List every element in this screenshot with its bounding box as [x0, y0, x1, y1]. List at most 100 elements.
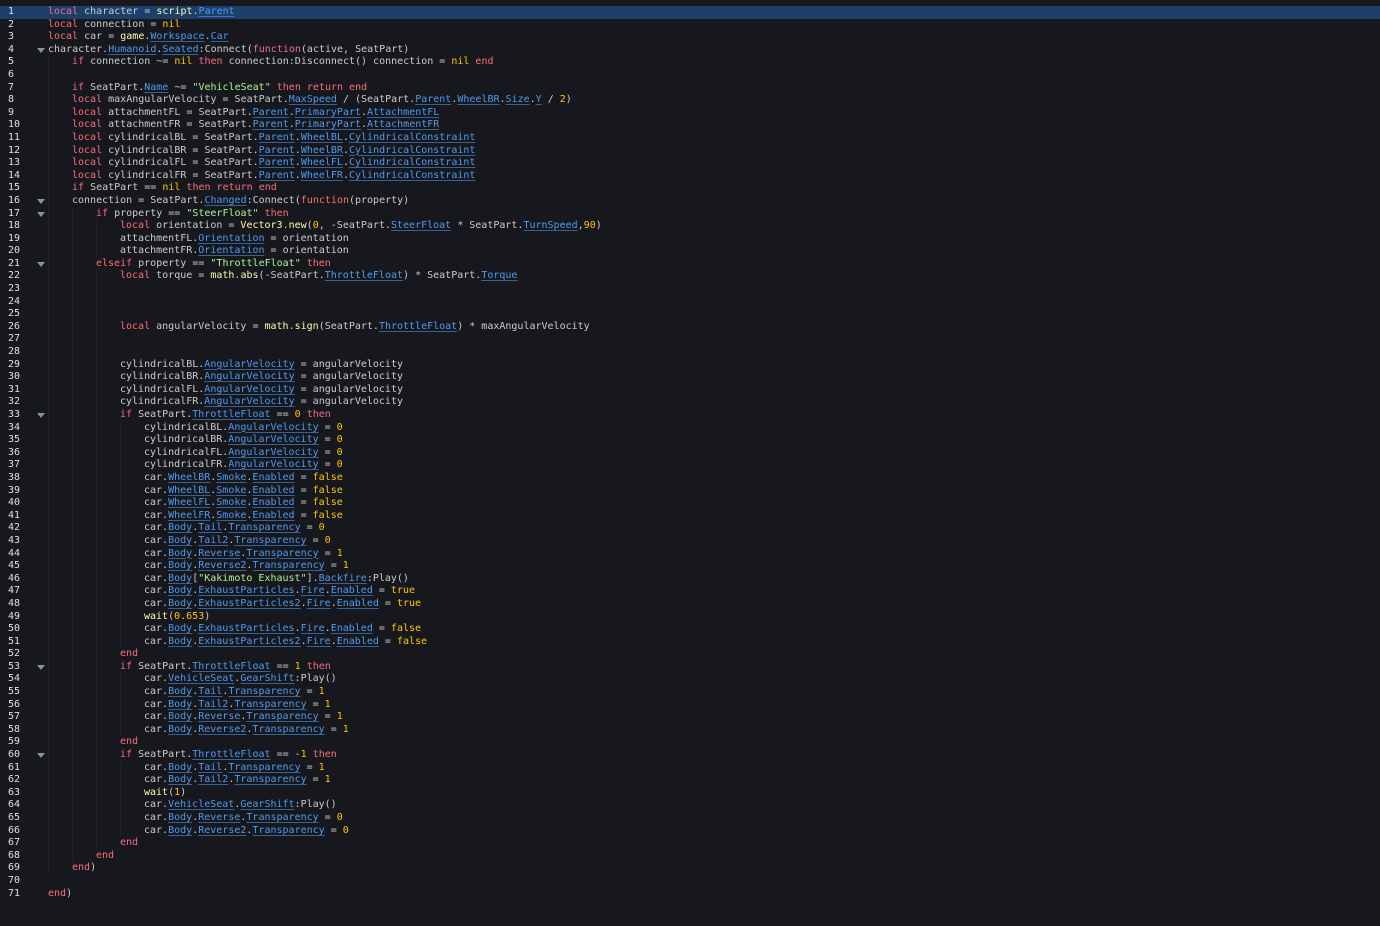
gutter-cell[interactable]: 59: [0, 736, 48, 749]
gutter-cell[interactable]: 51: [0, 636, 48, 649]
code-line[interactable]: 28: [0, 346, 1380, 359]
code-line[interactable]: 53if SeatPart.ThrottleFloat == 1 then: [0, 661, 1380, 674]
line-number[interactable]: 65: [0, 812, 34, 825]
gutter-cell[interactable]: 23: [0, 283, 48, 296]
gutter-cell[interactable]: 18: [0, 220, 48, 233]
line-number[interactable]: 62: [0, 774, 34, 787]
code-line[interactable]: 50car.Body.ExhaustParticles.Fire.Enabled…: [0, 623, 1380, 636]
code-line[interactable]: 61car.Body.Tail.Transparency = 1: [0, 762, 1380, 775]
gutter-cell[interactable]: 9: [0, 107, 48, 120]
line-number[interactable]: 70: [0, 875, 34, 888]
gutter-cell[interactable]: 29: [0, 359, 48, 372]
gutter-cell[interactable]: 45: [0, 560, 48, 573]
code-line[interactable]: 37cylindricalFR.AngularVelocity = 0: [0, 459, 1380, 472]
gutter-cell[interactable]: 49: [0, 611, 48, 624]
gutter-cell[interactable]: 6: [0, 69, 48, 82]
code-line[interactable]: 27: [0, 333, 1380, 346]
code-line[interactable]: 69end): [0, 862, 1380, 875]
code-line[interactable]: 33if SeatPart.ThrottleFloat == 0 then: [0, 409, 1380, 422]
gutter-cell[interactable]: 33: [0, 409, 48, 422]
gutter-cell[interactable]: 15: [0, 182, 48, 195]
fold-arrow-icon[interactable]: [34, 208, 48, 221]
gutter-cell[interactable]: 26: [0, 321, 48, 334]
gutter-cell[interactable]: 37: [0, 459, 48, 472]
gutter-cell[interactable]: 22: [0, 270, 48, 283]
code-line[interactable]: 35cylindricalBR.AngularVelocity = 0: [0, 434, 1380, 447]
code-line[interactable]: 70: [0, 875, 1380, 888]
gutter-cell[interactable]: 42: [0, 522, 48, 535]
gutter-cell[interactable]: 27: [0, 333, 48, 346]
gutter-cell[interactable]: 41: [0, 510, 48, 523]
code-line[interactable]: 62car.Body.Tail2.Transparency = 1: [0, 774, 1380, 787]
line-number[interactable]: 22: [0, 270, 34, 283]
line-number[interactable]: 3: [0, 31, 34, 44]
gutter-cell[interactable]: 34: [0, 422, 48, 435]
line-number[interactable]: 39: [0, 485, 34, 498]
code-line[interactable]: 64car.VehicleSeat.GearShift:Play(): [0, 799, 1380, 812]
code-line[interactable]: 48car.Body.ExhaustParticles2.Fire.Enable…: [0, 598, 1380, 611]
gutter-cell[interactable]: 35: [0, 434, 48, 447]
line-number[interactable]: 27: [0, 333, 34, 346]
gutter-cell[interactable]: 57: [0, 711, 48, 724]
line-number[interactable]: 43: [0, 535, 34, 548]
gutter-cell[interactable]: 63: [0, 787, 48, 800]
line-number[interactable]: 13: [0, 157, 34, 170]
line-number[interactable]: 5: [0, 56, 34, 69]
line-number[interactable]: 63: [0, 787, 34, 800]
code-line[interactable]: 19attachmentFL.Orientation = orientation: [0, 233, 1380, 246]
line-number[interactable]: 44: [0, 548, 34, 561]
code-line[interactable]: 63wait(1): [0, 787, 1380, 800]
code-line[interactable]: 2local connection = nil: [0, 19, 1380, 32]
line-number[interactable]: 40: [0, 497, 34, 510]
gutter-cell[interactable]: 7: [0, 82, 48, 95]
line-number[interactable]: 19: [0, 233, 34, 246]
gutter-cell[interactable]: 4: [0, 44, 48, 57]
line-number[interactable]: 50: [0, 623, 34, 636]
line-number[interactable]: 38: [0, 472, 34, 485]
gutter-cell[interactable]: 46: [0, 573, 48, 586]
line-number[interactable]: 55: [0, 686, 34, 699]
gutter-cell[interactable]: 24: [0, 296, 48, 309]
line-number[interactable]: 52: [0, 648, 34, 661]
gutter-cell[interactable]: 56: [0, 699, 48, 712]
code-line[interactable]: 45car.Body.Reverse2.Transparency = 1: [0, 560, 1380, 573]
line-number[interactable]: 46: [0, 573, 34, 586]
gutter-cell[interactable]: 48: [0, 598, 48, 611]
code-line[interactable]: 60if SeatPart.ThrottleFloat == -1 then: [0, 749, 1380, 762]
gutter-cell[interactable]: 65: [0, 812, 48, 825]
line-number[interactable]: 36: [0, 447, 34, 460]
line-number[interactable]: 29: [0, 359, 34, 372]
gutter-cell[interactable]: 13: [0, 157, 48, 170]
gutter-cell[interactable]: 71: [0, 888, 48, 901]
line-number[interactable]: 24: [0, 296, 34, 309]
line-number[interactable]: 8: [0, 94, 34, 107]
code-line[interactable]: 30cylindricalBR.AngularVelocity = angula…: [0, 371, 1380, 384]
gutter-cell[interactable]: 12: [0, 145, 48, 158]
line-number[interactable]: 66: [0, 825, 34, 838]
gutter-cell[interactable]: 62: [0, 774, 48, 787]
code-line[interactable]: 3local car = game.Workspace.Car: [0, 31, 1380, 44]
line-number[interactable]: 4: [0, 44, 34, 57]
code-line[interactable]: 26local angularVelocity = math.sign(Seat…: [0, 321, 1380, 334]
code-line[interactable]: 11local cylindricalBL = SeatPart.Parent.…: [0, 132, 1380, 145]
line-number[interactable]: 17: [0, 208, 34, 221]
code-line[interactable]: 66car.Body.Reverse2.Transparency = 0: [0, 825, 1380, 838]
line-number[interactable]: 31: [0, 384, 34, 397]
code-line[interactable]: 15if SeatPart == nil then return end: [0, 182, 1380, 195]
code-line[interactable]: 16connection = SeatPart.Changed:Connect(…: [0, 195, 1380, 208]
fold-arrow-icon[interactable]: [34, 661, 48, 674]
line-number[interactable]: 2: [0, 19, 34, 32]
gutter-cell[interactable]: 31: [0, 384, 48, 397]
code-line[interactable]: 51car.Body.ExhaustParticles2.Fire.Enable…: [0, 636, 1380, 649]
code-line[interactable]: 71end): [0, 888, 1380, 901]
code-line[interactable]: 44car.Body.Reverse.Transparency = 1: [0, 548, 1380, 561]
line-number[interactable]: 69: [0, 862, 34, 875]
line-number[interactable]: 60: [0, 749, 34, 762]
line-number[interactable]: 16: [0, 195, 34, 208]
code-line[interactable]: 13local cylindricalFL = SeatPart.Parent.…: [0, 157, 1380, 170]
code-line[interactable]: 55car.Body.Tail.Transparency = 1: [0, 686, 1380, 699]
gutter-cell[interactable]: 58: [0, 724, 48, 737]
line-number[interactable]: 61: [0, 762, 34, 775]
line-number[interactable]: 10: [0, 119, 34, 132]
gutter-cell[interactable]: 55: [0, 686, 48, 699]
